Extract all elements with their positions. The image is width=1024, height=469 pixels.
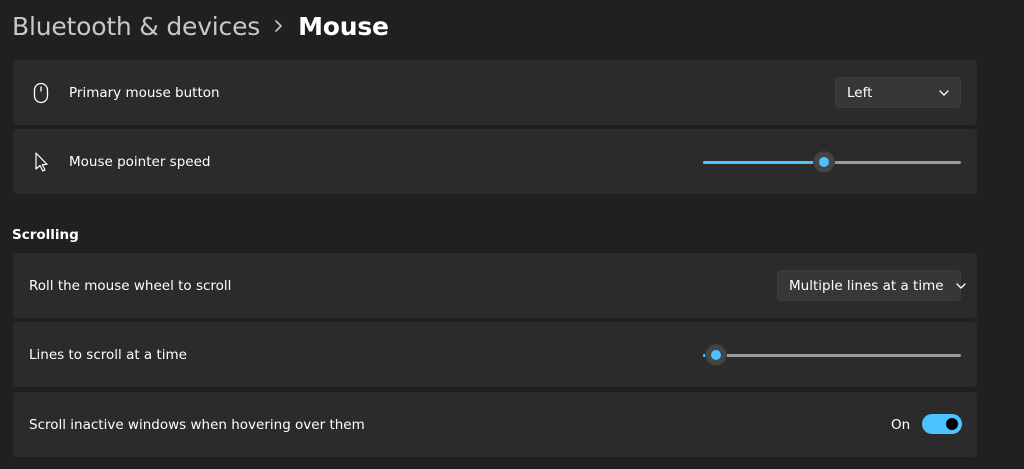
slider-thumb[interactable] xyxy=(813,151,836,173)
chevron-right-icon xyxy=(274,19,284,33)
slider-fill xyxy=(703,161,825,164)
inactive-windows-card: Scroll inactive windows when hovering ov… xyxy=(13,392,977,457)
mouse-icon xyxy=(31,82,51,104)
inactive-windows-label: Scroll inactive windows when hovering ov… xyxy=(29,416,365,433)
pointer-speed-card: Mouse pointer speed xyxy=(13,129,977,194)
pointer-speed-label: Mouse pointer speed xyxy=(69,153,211,170)
scrolling-section-heading: Scrolling xyxy=(12,227,79,243)
slider-thumb[interactable] xyxy=(704,344,727,366)
primary-mouse-button-card: Primary mouse button Left xyxy=(13,60,977,125)
toggle-knob xyxy=(946,418,958,430)
settings-page: Bluetooth & devices Mouse Primary mouse … xyxy=(0,0,1024,469)
primary-mouse-button-dropdown[interactable]: Left xyxy=(835,77,961,108)
lines-to-scroll-label: Lines to scroll at a time xyxy=(29,346,187,363)
dropdown-value: Multiple lines at a time xyxy=(789,277,944,294)
chevron-down-icon xyxy=(955,282,966,289)
roll-wheel-dropdown[interactable]: Multiple lines at a time xyxy=(777,270,966,301)
dropdown-value: Left xyxy=(847,84,873,101)
slider-rail xyxy=(703,354,961,357)
lines-to-scroll-slider[interactable] xyxy=(703,344,961,366)
page-title: Mouse xyxy=(298,11,389,41)
roll-wheel-card: Roll the mouse wheel to scroll Multiple … xyxy=(13,253,977,318)
chevron-down-icon xyxy=(939,89,949,96)
roll-wheel-label: Roll the mouse wheel to scroll xyxy=(29,277,232,294)
breadcrumb-parent-link[interactable]: Bluetooth & devices xyxy=(12,12,260,41)
toggle-state-text: On xyxy=(891,416,911,433)
lines-to-scroll-card: Lines to scroll at a time xyxy=(13,322,977,387)
breadcrumb: Bluetooth & devices Mouse xyxy=(12,6,389,46)
inactive-windows-toggle[interactable] xyxy=(922,414,962,434)
pointer-speed-slider[interactable] xyxy=(703,151,961,173)
primary-mouse-button-label: Primary mouse button xyxy=(69,84,220,101)
pointer-arrow-icon xyxy=(31,151,51,173)
